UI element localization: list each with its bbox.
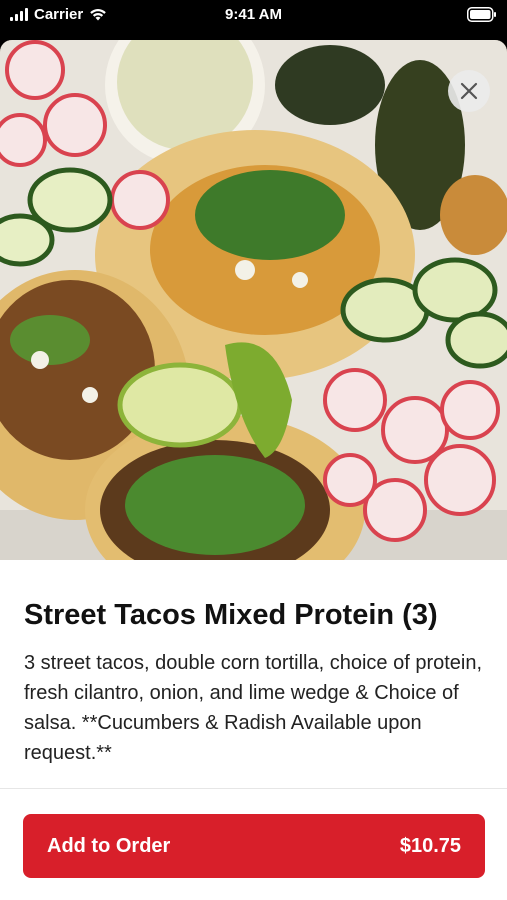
item-hero-image	[0, 40, 507, 560]
item-detail-sheet: Street Tacos Mixed Protein (3) 3 street …	[0, 40, 507, 900]
add-to-order-label: Add to Order	[47, 834, 171, 857]
item-details: Street Tacos Mixed Protein (3) 3 street …	[0, 560, 507, 788]
battery-icon	[467, 7, 497, 26]
status-bar: Carrier 9:41 AM	[0, 0, 507, 32]
order-footer: Add to Order $10.75	[0, 788, 507, 900]
close-icon	[460, 82, 478, 100]
item-description: 3 street tacos, double corn tortilla, ch…	[24, 652, 483, 764]
close-button[interactable]	[448, 70, 490, 112]
item-title: Street Tacos Mixed Protein (3)	[24, 599, 438, 631]
tacos-illustration	[0, 40, 507, 560]
item-price: $10.75	[399, 834, 461, 857]
add-to-order-button[interactable]: Add to Order $10.75	[23, 814, 485, 878]
status-time: 9:41 AM	[225, 6, 282, 23]
